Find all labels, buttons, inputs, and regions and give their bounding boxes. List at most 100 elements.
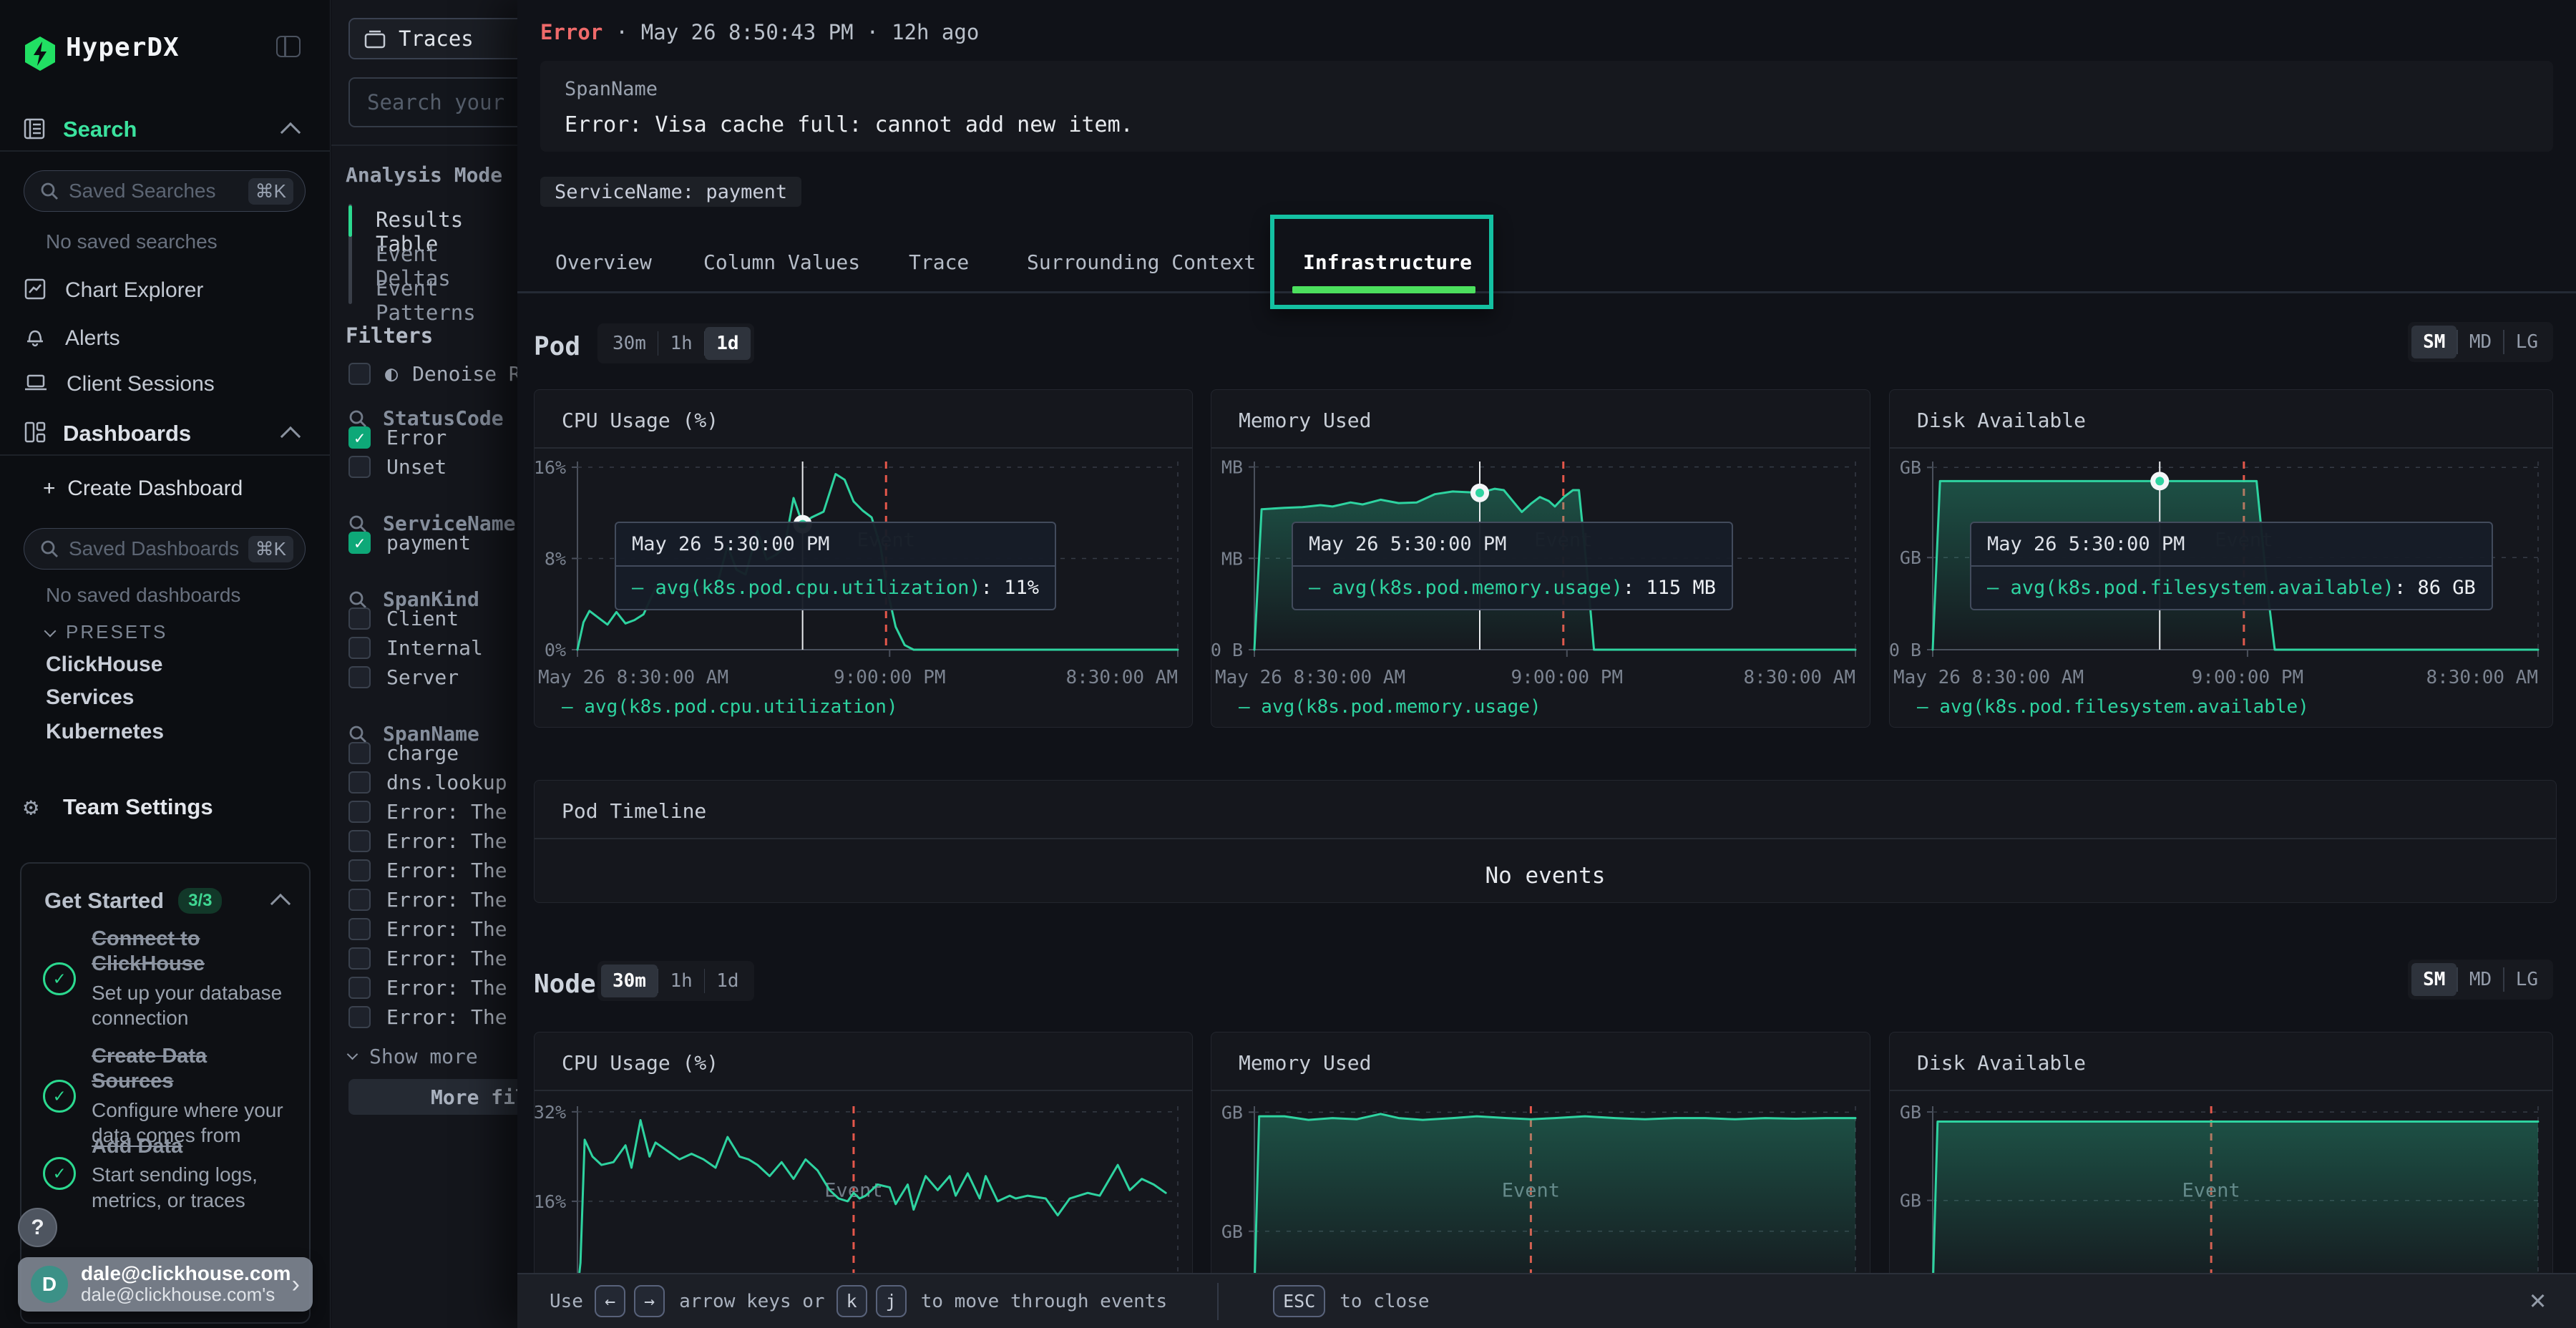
k-key[interactable]: k: [836, 1285, 867, 1317]
filter-option-dns-lookup[interactable]: dns.lookup: [348, 771, 518, 794]
filter-option-error-the-cr[interactable]: Error: The cr: [348, 829, 518, 853]
node-range-1h[interactable]: 1h: [658, 965, 703, 997]
svg-text:9:00:00 PM: 9:00:00 PM: [834, 667, 946, 688]
checkbox-unchecked[interactable]: [348, 801, 371, 823]
svg-text:Event: Event: [824, 1179, 882, 1201]
filter-option-internal[interactable]: Internal: [348, 636, 518, 660]
esc-key[interactable]: ESC: [1273, 1285, 1325, 1317]
denoise-results-toggle[interactable]: ◐Denoise Re: [348, 361, 518, 386]
checkbox-unchecked[interactable]: [348, 456, 371, 478]
sidebar-item-kubernetes[interactable]: Kubernetes: [46, 720, 164, 744]
event-search-input[interactable]: Search your ev: [348, 77, 518, 127]
filter-option-client[interactable]: Client: [348, 607, 518, 630]
pod-range-1d[interactable]: 1d: [705, 327, 750, 360]
checkbox-unchecked[interactable]: [348, 859, 371, 882]
checkbox-unchecked[interactable]: [348, 742, 371, 764]
dashboards-collapse-chevron-icon[interactable]: [280, 426, 301, 446]
sidebar-item-team-settings[interactable]: Team Settings: [63, 794, 213, 820]
tab-overview[interactable]: Overview: [555, 250, 652, 274]
presets-header[interactable]: PRESETS: [46, 621, 167, 643]
arrow-left-key[interactable]: ←: [595, 1285, 625, 1317]
sidebar-item-services[interactable]: Services: [46, 685, 134, 710]
node-range-30m[interactable]: 30m: [601, 965, 658, 997]
node-size-sm[interactable]: SM: [2411, 963, 2457, 996]
checkbox-checked[interactable]: ✓: [348, 426, 371, 449]
svg-text:47 GB: 47 GB: [1889, 547, 1921, 568]
hyperdx-logo-icon: [24, 36, 57, 72]
checkbox-unchecked[interactable]: [348, 637, 371, 659]
filter-option-server[interactable]: Server: [348, 665, 518, 689]
filter-option-error-the-cr[interactable]: Error: The cr: [348, 947, 518, 970]
filter-option-payment[interactable]: ✓payment: [348, 531, 518, 555]
node-size-md[interactable]: MD: [2458, 963, 2503, 996]
span-name-value: Error: Visa cache full: cannot add new i…: [565, 112, 1133, 137]
tab-surrounding-context[interactable]: Surrounding Context: [1027, 250, 1256, 274]
show-more-button[interactable]: Show more: [348, 1045, 478, 1068]
node-range-1d[interactable]: 1d: [705, 965, 750, 997]
checkbox-unchecked[interactable]: [348, 889, 371, 911]
tab-trace[interactable]: Trace: [909, 250, 969, 274]
pod-range-30m[interactable]: 30m: [601, 327, 658, 360]
source-select[interactable]: Traces: [348, 18, 518, 59]
help-button[interactable]: ?: [18, 1208, 57, 1247]
search-section-icon: [24, 118, 45, 140]
search-collapse-chevron-icon[interactable]: [280, 122, 301, 142]
checkbox-unchecked[interactable]: [348, 918, 371, 940]
filter-option-error-the-cr[interactable]: Error: The cr: [348, 859, 518, 882]
check-circle-icon: ✓: [43, 962, 76, 995]
tab-column-values[interactable]: Column Values: [703, 250, 860, 274]
get-started-item[interactable]: ✓Create Data SourcesConfigure where your…: [43, 1044, 290, 1148]
filter-option-charge[interactable]: charge: [348, 741, 518, 765]
saved-dashboards-input[interactable]: Saved Dashboards ⌘K: [24, 528, 306, 570]
checkbox-unchecked[interactable]: [348, 977, 371, 999]
search-icon: [40, 540, 59, 558]
sidebar-item-search[interactable]: Search: [63, 117, 137, 142]
get-started-item[interactable]: ✓Connect to ClickHouseSet up your databa…: [43, 927, 290, 1030]
sidebar-item-clickhouse[interactable]: ClickHouse: [46, 653, 162, 677]
analysis-mode-event-patterns[interactable]: Event Patterns: [376, 276, 518, 325]
get-started-item[interactable]: ✓Add DataStart sending logs, metrics, or…: [43, 1134, 290, 1213]
pod-cpu-chart-card: CPU Usage (%)16%8%0%May 26 8:30:00 AM9:0…: [534, 389, 1193, 728]
node-size-lg[interactable]: LG: [2504, 963, 2550, 996]
filter-option-error-the-cr[interactable]: Error: The cr: [348, 1005, 518, 1029]
filter-option-error[interactable]: ✓Error: [348, 426, 518, 449]
pod-size-sm[interactable]: SM: [2411, 326, 2457, 358]
get-started-collapse-chevron-icon[interactable]: [270, 894, 291, 914]
chevron-down-icon: [347, 1049, 358, 1060]
j-key[interactable]: j: [876, 1285, 907, 1317]
get-started-item-title: Create Data Sources: [92, 1044, 290, 1095]
close-icon[interactable]: ✕: [2529, 1284, 2546, 1315]
checkbox-unchecked[interactable]: [348, 1006, 371, 1028]
filter-option-error-the-cr[interactable]: Error: The cr: [348, 888, 518, 912]
arrow-right-key[interactable]: →: [634, 1285, 665, 1317]
more-filters-button[interactable]: More fil: [348, 1079, 518, 1115]
sidebar-item-alerts[interactable]: Alerts: [24, 326, 120, 351]
create-dashboard-button[interactable]: + Create Dashboard: [43, 477, 243, 501]
collapse-sidebar-icon[interactable]: [276, 36, 301, 57]
checkbox-unchecked[interactable]: [348, 607, 371, 630]
checkbox-unchecked[interactable]: [348, 947, 371, 970]
pod-range-1h[interactable]: 1h: [658, 327, 703, 360]
checkbox-unchecked[interactable]: [348, 771, 371, 794]
saved-searches-input[interactable]: Saved Searches ⌘K: [24, 170, 306, 212]
laptop-icon: [24, 371, 48, 397]
search-icon: [348, 590, 367, 609]
sidebar-item-chart-explorer[interactable]: Chart Explorer: [24, 278, 203, 303]
checkbox-checked[interactable]: ✓: [348, 532, 371, 554]
profile-card[interactable]: D dale@clickhouse.com dale@clickhouse.co…: [18, 1257, 313, 1312]
filter-option-error-the-cr[interactable]: Error: The cr: [348, 800, 518, 824]
pod-size-md[interactable]: MD: [2458, 326, 2503, 358]
filter-option-unset[interactable]: Unset: [348, 455, 518, 479]
filter-option-error-the-cr[interactable]: Error: The cr: [348, 917, 518, 941]
pod-size-lg[interactable]: LG: [2504, 326, 2550, 358]
service-name-tag[interactable]: ServiceName: payment: [540, 177, 801, 207]
pod-range-control: 30m1h1d: [597, 323, 754, 363]
node-section-title: Node: [534, 970, 596, 999]
sidebar-item-client-sessions[interactable]: Client Sessions: [24, 371, 215, 397]
checkbox-unchecked[interactable]: [348, 666, 371, 688]
checkbox-unchecked[interactable]: [348, 830, 371, 852]
checkbox-unchecked[interactable]: [348, 363, 371, 385]
sidebar-item-dashboards[interactable]: Dashboards: [63, 421, 191, 446]
shortcut-badge: ⌘K: [248, 178, 293, 205]
filter-option-error-the-cr[interactable]: Error: The cr: [348, 976, 518, 1000]
